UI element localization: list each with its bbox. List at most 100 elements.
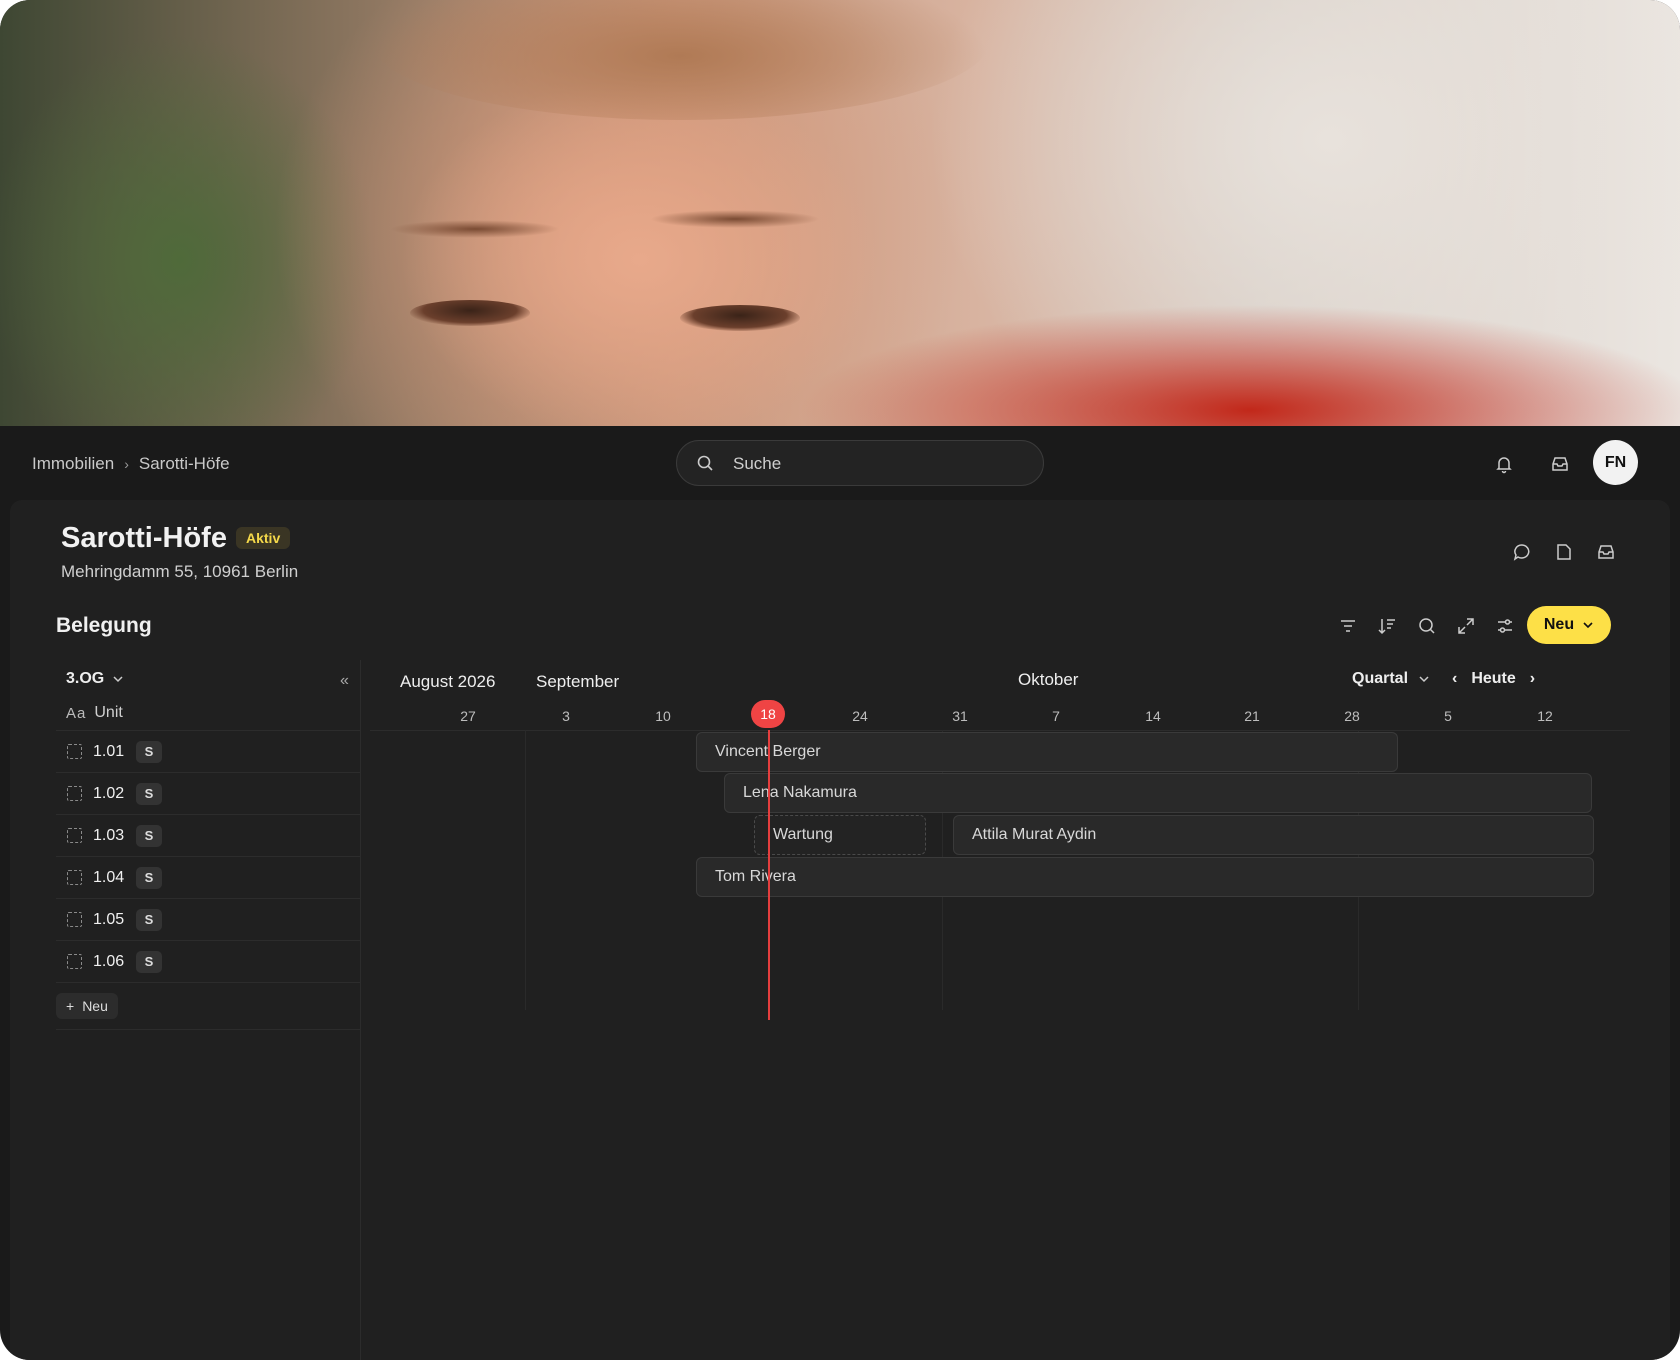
- hero-hair: [370, 0, 990, 120]
- text-type-icon: Aa: [66, 704, 87, 722]
- new-button-label: Neu: [1543, 616, 1575, 633]
- inbox-icon[interactable]: [1550, 454, 1570, 474]
- user-avatar[interactable]: FN: [1593, 440, 1638, 485]
- main-panel: Sarotti-Höfe Aktiv Mehringdamm 55, 10961…: [10, 500, 1670, 1360]
- unit-row[interactable]: 1.01 S: [56, 730, 360, 772]
- month-label: August 2026: [400, 672, 496, 691]
- bell-icon[interactable]: [1494, 454, 1514, 474]
- search-bar[interactable]: [676, 440, 1044, 486]
- floor-select[interactable]: 3.OG: [66, 670, 124, 688]
- unit-row[interactable]: 1.06 S: [56, 940, 360, 982]
- week-tick: 28: [1344, 708, 1360, 724]
- maintenance-bar[interactable]: Wartung: [754, 815, 926, 855]
- status-badge: Aktiv: [236, 527, 291, 549]
- unit-tag: S: [136, 782, 162, 805]
- today-marker: 18: [751, 700, 785, 728]
- hero-eye-left: [410, 300, 530, 326]
- add-unit-label: Neu: [82, 998, 108, 1014]
- unit-row[interactable]: 1.05 S: [56, 898, 360, 940]
- checkbox[interactable]: [67, 828, 82, 843]
- unit-name: 1.04: [93, 868, 125, 886]
- settings-sliders-icon[interactable]: [1495, 616, 1515, 636]
- chevron-right-icon: ›: [124, 456, 129, 472]
- breadcrumb-current[interactable]: Sarotti-Höfe: [139, 454, 230, 474]
- page-title: Sarotti-Höfe: [61, 522, 227, 554]
- unit-name: 1.06: [93, 952, 125, 970]
- comment-icon[interactable]: [1512, 542, 1532, 562]
- header-divider: [370, 730, 1630, 731]
- unit-name: 1.01: [93, 742, 125, 760]
- document-icon[interactable]: [1554, 542, 1574, 562]
- booking-bar[interactable]: Attila Murat Aydin: [953, 815, 1594, 855]
- hero-brow-right: [650, 210, 820, 228]
- unit-name: 1.03: [93, 826, 125, 844]
- unit-name: 1.02: [93, 784, 125, 802]
- search-input[interactable]: [731, 451, 1025, 477]
- week-tick: 14: [1145, 708, 1161, 724]
- booking-name: Lena Nakamura: [743, 784, 857, 801]
- week-tick: 12: [1537, 708, 1553, 724]
- unit-row[interactable]: 1.03 S: [56, 814, 360, 856]
- month-label: Oktober: [1018, 670, 1079, 689]
- month-label: September: [536, 672, 620, 691]
- date-navigation: ‹ Heute ›: [1452, 670, 1535, 688]
- checkbox[interactable]: [67, 912, 82, 927]
- breadcrumb-root[interactable]: Immobilien: [32, 454, 114, 474]
- today-line: [768, 730, 770, 1020]
- add-unit-button[interactable]: + Neu: [56, 993, 118, 1019]
- week-tick: 7: [1052, 708, 1060, 724]
- breadcrumb: Immobilien › Sarotti-Höfe: [32, 454, 230, 474]
- booking-bar[interactable]: Lena Nakamura: [724, 773, 1592, 813]
- booking-name: Tom Rivera: [715, 868, 796, 885]
- unit-sidebar: 3.OG « Aa Unit 1.01 S 1.02 S 1.03 S 1.04 S 1…: [56, 660, 361, 1360]
- inbox-icon[interactable]: [1596, 542, 1616, 562]
- filter-icon[interactable]: [1338, 616, 1358, 636]
- new-button[interactable]: Neu: [1527, 606, 1611, 644]
- booking-name: Attila Murat Aydin: [972, 826, 1097, 843]
- sort-icon[interactable]: [1377, 616, 1397, 636]
- hero-photo: [0, 0, 1680, 426]
- view-label: Quartal: [1352, 670, 1409, 687]
- chevron-down-icon: [1583, 622, 1593, 629]
- checkbox[interactable]: [67, 744, 82, 759]
- hero-brow-left: [390, 220, 560, 238]
- occupancy-timeline: August 2026 September Oktober Quartal ‹ …: [370, 660, 1630, 1360]
- booking-bar[interactable]: Tom Rivera: [696, 857, 1594, 897]
- unit-tag: S: [136, 824, 162, 847]
- week-tick: 10: [655, 708, 671, 724]
- unit-row[interactable]: 1.04 S: [56, 856, 360, 898]
- view-select[interactable]: Quartal: [1352, 670, 1430, 688]
- chevron-right-icon[interactable]: ›: [1530, 670, 1535, 688]
- week-tick: 21: [1244, 708, 1260, 724]
- unit-tag: S: [136, 740, 162, 763]
- unit-tag: S: [136, 908, 162, 931]
- week-tick: 31: [952, 708, 968, 724]
- checkbox[interactable]: [67, 954, 82, 969]
- plus-icon: +: [66, 998, 75, 1014]
- booking-name: Wartung: [773, 826, 833, 843]
- unit-tag: S: [136, 866, 162, 889]
- unit-list: 1.01 S 1.02 S 1.03 S 1.04 S 1.05 S 1.06 S + Neu: [56, 730, 360, 1030]
- chevron-down-icon: [1419, 676, 1429, 683]
- unit-row[interactable]: 1.02 S: [56, 772, 360, 814]
- unit-column-label: Unit: [94, 704, 123, 721]
- week-tick: 27: [460, 708, 476, 724]
- chevron-left-icon[interactable]: ‹: [1452, 670, 1457, 688]
- app-window: Immobilien › Sarotti-Höfe FN Sarotti-Höf…: [0, 0, 1680, 1360]
- month-divider: [525, 730, 526, 1010]
- booking-bar[interactable]: Vincent Berger: [696, 732, 1398, 772]
- checkbox[interactable]: [67, 870, 82, 885]
- hero-eye-right: [680, 305, 800, 331]
- chevron-down-icon: [113, 676, 123, 683]
- today-button[interactable]: Heute: [1471, 670, 1515, 688]
- collapse-icon[interactable]: «: [340, 672, 349, 690]
- week-tick: 24: [852, 708, 868, 724]
- floor-label: 3.OG: [66, 670, 105, 687]
- week-tick: 3: [562, 708, 570, 724]
- expand-icon[interactable]: [1456, 616, 1476, 636]
- search-icon[interactable]: [1417, 616, 1437, 636]
- unit-name: 1.05: [93, 910, 125, 928]
- top-bar: Immobilien › Sarotti-Höfe FN: [0, 426, 1680, 500]
- checkbox[interactable]: [67, 786, 82, 801]
- week-tick: 5: [1444, 708, 1452, 724]
